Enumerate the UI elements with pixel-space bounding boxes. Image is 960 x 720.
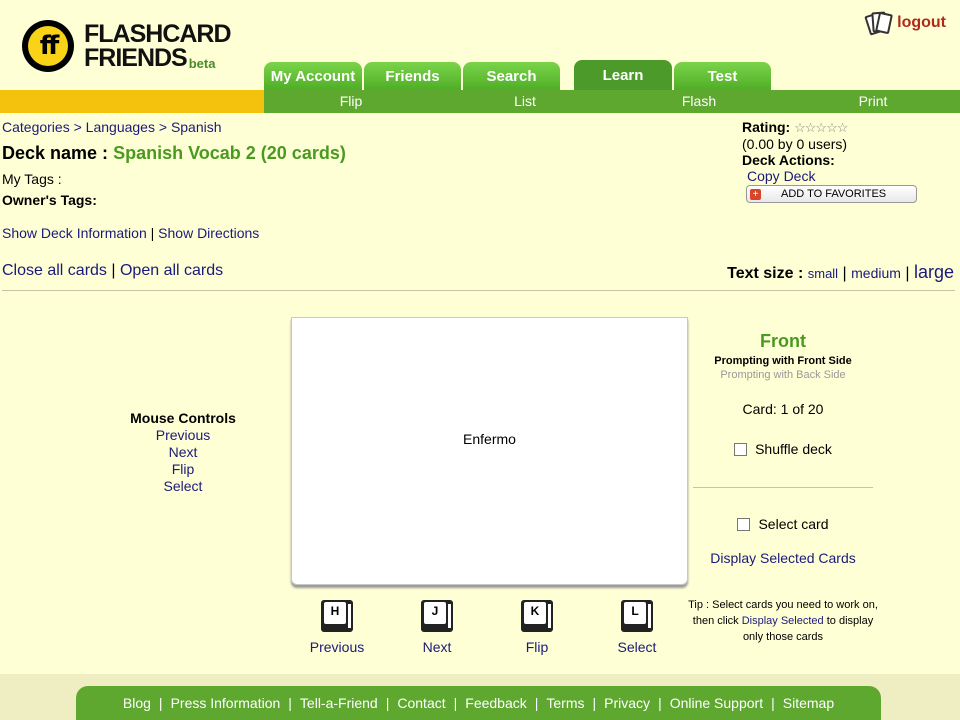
logout-link[interactable]: logout [864,10,946,36]
mouse-controls: Mouse Controls Previous Next Flip Select [113,410,253,495]
cards-icon [864,10,894,36]
select-card-row: Select card [693,516,873,532]
open-all-cards-link[interactable]: Open all cards [120,262,223,279]
card-toggle-links: Close all cards | Open all cards [2,262,224,279]
select-card-label: Select card [758,516,829,532]
breadcrumb: Categories > Languages > Spanish [2,119,222,135]
close-all-cards-link[interactable]: Close all cards [2,262,107,279]
add-to-favorites-label: ADD TO FAVORITES [781,188,887,200]
site-logo[interactable]: ff FLASHCARD FRIENDS beta [22,20,232,72]
logo-line-1: FLASHCARD [84,20,232,48]
footer-feedback-link[interactable]: Feedback [465,695,526,711]
footer-privacy-link[interactable]: Privacy [604,695,650,711]
panel-divider [693,487,873,488]
rating-label: Rating: [742,119,791,135]
subnav-flash[interactable]: Flash [612,90,786,113]
card-counter: Card: 1 of 20 [742,401,824,417]
breadcrumb-languages[interactable]: Languages [86,119,155,135]
mouse-flip-link[interactable]: Flip [113,461,253,478]
logo-line-2: FRIENDS [84,44,188,72]
mouse-controls-title: Mouse Controls [130,410,236,426]
keycap-l-icon: L [621,600,653,632]
subnav-flip[interactable]: Flip [264,90,438,113]
breadcrumb-spanish[interactable]: Spanish [171,119,222,135]
key-k-flip[interactable]: K Flip [497,600,577,655]
header-yellow-bar [0,90,264,113]
show-deck-information-link[interactable]: Show Deck Information [2,225,147,241]
tip-display-selected-link[interactable]: Display Selected [742,615,824,627]
text-size-small-link[interactable]: small [808,266,838,281]
prompt-back-option[interactable]: Prompting with Back Side [693,369,873,381]
learn-subnav: Flip List Flash Print [264,90,960,113]
text-size-medium-link[interactable]: medium [851,265,901,281]
add-to-favorites-button[interactable]: + ADD TO FAVORITES [746,185,917,203]
mouse-next-link[interactable]: Next [113,444,253,461]
card-side-panel: Front Prompting with Front Side Promptin… [693,331,873,566]
subnav-print[interactable]: Print [786,90,960,113]
key-select-label: Select [617,639,657,655]
footer-online-support-link[interactable]: Online Support [670,695,763,711]
shuffle-deck-label: Shuffle deck [755,441,832,457]
footer-contact-link[interactable]: Contact [397,695,445,711]
footer-sitemap-link[interactable]: Sitemap [783,695,834,711]
shuffle-deck-checkbox[interactable] [734,442,748,456]
show-directions-link[interactable]: Show Directions [158,225,259,241]
copy-deck-link[interactable]: Copy Deck [747,168,917,184]
footer-tell-a-friend-link[interactable]: Tell-a-Friend [300,695,378,711]
prompt-front-option[interactable]: Prompting with Front Side [693,355,873,367]
tab-search[interactable]: Search [463,62,560,90]
footer-press-link[interactable]: Press Information [171,695,281,711]
key-j-next[interactable]: J Next [397,600,477,655]
rating-value: (0.00 by 0 users) [742,136,848,152]
logo-text: FLASHCARD FRIENDS beta [84,20,232,72]
beta-label: beta [188,56,216,71]
logo-mark-text: ff [28,26,68,66]
footer-nav: Blog | Press Information | Tell-a-Friend | … [76,686,881,720]
my-tags-label: My Tags : [2,171,62,187]
flashcard[interactable]: Enfermo [291,317,688,585]
keycap-h-icon: H [321,600,353,632]
logout-label: logout [897,14,946,31]
display-selected-cards-link[interactable]: Display Selected Cards [693,550,873,566]
footer-terms-link[interactable]: Terms [546,695,584,711]
plus-icon: + [750,188,761,200]
breadcrumb-categories[interactable]: Categories [2,119,70,135]
flashcard-text: Enfermo [463,431,516,447]
deck-actions-label: Deck Actions: [742,152,835,168]
keycap-k-icon: K [521,600,553,632]
tab-my-account[interactable]: My Account [264,62,362,90]
key-l-select[interactable]: L Select [597,600,677,655]
mouse-previous-link[interactable]: Previous [113,427,253,444]
current-side-title: Front [760,331,806,351]
divider [2,290,955,291]
deck-name-value: Spanish Vocab 2 (20 cards) [113,143,346,163]
keycap-j-icon: J [421,600,453,632]
key-previous-label: Previous [309,639,365,655]
mouse-select-link[interactable]: Select [113,478,253,495]
deck-name: Deck name : Spanish Vocab 2 (20 cards) [2,143,346,164]
text-size-label: Text size : [727,265,804,282]
rating-stars-icon[interactable]: ☆☆☆☆☆ [794,120,848,135]
owners-tags-label: Owner's Tags: [2,192,97,208]
tab-learn[interactable]: Learn [574,60,672,90]
logo-mark: ff [22,20,74,72]
select-card-checkbox[interactable] [737,517,751,531]
tab-test[interactable]: Test [674,62,771,90]
key-flip-label: Flip [525,639,549,655]
tab-friends[interactable]: Friends [364,62,461,90]
deck-name-label: Deck name : [2,143,109,163]
key-h-previous[interactable]: H Previous [297,600,377,655]
deck-links: Show Deck Information | Show Directions [2,225,260,241]
header: ff FLASHCARD FRIENDS beta logout My Accou… [0,0,960,114]
text-size-controls: Text size : small | medium | large [727,262,954,282]
footer-blog-link[interactable]: Blog [123,695,151,711]
shuffle-deck-row: Shuffle deck [693,441,873,457]
text-size-large-link[interactable]: large [914,262,954,282]
rating-box: Rating: ☆☆☆☆☆ (0.00 by 0 users) Deck Act… [742,119,917,203]
subnav-list[interactable]: List [438,90,612,113]
tip-text: Tip : Select cards you need to work on, … [688,599,878,643]
key-next-label: Next [422,639,452,655]
main-tabs: My Account Friends Search Learn Test [264,60,773,90]
